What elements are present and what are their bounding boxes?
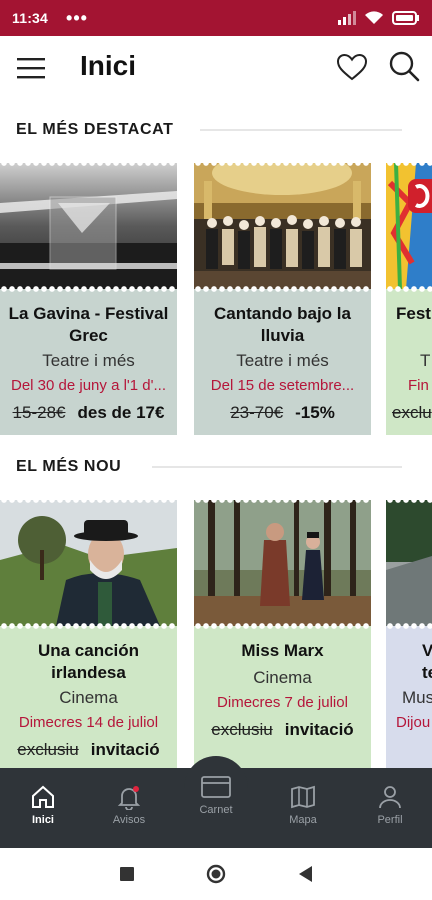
- search-icon[interactable]: [388, 50, 420, 82]
- user-icon: [379, 786, 401, 809]
- section-title-featured: EL MÉS DESTACAT: [16, 121, 174, 138]
- discount-price: invitació: [90, 740, 160, 759]
- event-date: Del 15 de setembre...: [210, 377, 355, 394]
- ticket-perforation: [386, 500, 432, 504]
- battery-icon: [392, 11, 419, 25]
- event-title: La Gavina - Festival Grec: [8, 304, 169, 345]
- event-image: [0, 500, 177, 626]
- bell-icon: [117, 786, 141, 810]
- ticket-perforation: [0, 622, 177, 630]
- signal-icon: [338, 11, 356, 25]
- menu-icon[interactable]: [16, 54, 46, 82]
- event-price: 23-70€ -15%: [194, 403, 371, 423]
- event-date: Dimecres 14 de juliol: [18, 714, 159, 731]
- section-divider: [200, 129, 402, 131]
- event-price: 15-28€ des de 17€: [0, 403, 177, 423]
- favorites-heart-icon[interactable]: [336, 52, 368, 82]
- event-category: Mus: [402, 688, 432, 707]
- event-image: [0, 163, 177, 289]
- event-title: Miss Marx: [241, 641, 324, 660]
- original-price: exclu: [392, 403, 432, 422]
- nav-item-mapa[interactable]: Mapa: [268, 784, 338, 826]
- nav-item-inici[interactable]: Inici: [8, 784, 78, 826]
- app-header: Inici: [0, 36, 432, 100]
- event-card-body: Fest T Fin exclu: [386, 289, 432, 435]
- original-price: exclusiu: [17, 740, 79, 759]
- event-title: Fest: [396, 304, 431, 323]
- event-date: Del 30 de juny a l'1 d'...: [11, 377, 166, 394]
- status-dots: •••: [66, 8, 88, 28]
- event-card-body: V terra Mus Dijou: [386, 626, 432, 772]
- discount-price: invitació: [284, 720, 354, 739]
- nav-label: Avisos: [112, 814, 146, 826]
- recent-apps-icon[interactable]: [119, 866, 135, 882]
- nav-label: Perfil: [377, 814, 403, 826]
- ticket-perforation: [194, 163, 371, 167]
- nav-label: Inici: [31, 814, 54, 826]
- original-price: exclusiu: [211, 720, 273, 739]
- event-title: Cantando bajo la lluvia: [214, 304, 351, 345]
- event-card-body: La Gavina - Festival Grec Teatre i més D…: [0, 289, 177, 435]
- discount-price: -15%: [295, 403, 335, 422]
- nav-label: Mapa: [289, 814, 317, 826]
- ticket-perforation: [0, 500, 177, 504]
- event-date: Fin: [408, 377, 429, 394]
- notification-dot-icon: [133, 786, 139, 792]
- event-price: exclusiu invitació: [0, 740, 177, 760]
- app-screen: 11:34 ••• Inici EL MÉS DESTACAT La Gavin…: [0, 0, 432, 900]
- event-card-body: Miss Marx Cinema Dimecres 7 de juliol ex…: [194, 626, 371, 772]
- event-date: Dijou: [396, 714, 431, 731]
- section-title-new: EL MÉS NOU: [16, 458, 122, 475]
- event-image: [194, 500, 371, 626]
- status-time: 11:34: [12, 10, 49, 26]
- nav-item-perfil[interactable]: Perfil: [355, 784, 425, 826]
- ticket-perforation: [0, 163, 177, 167]
- nav-item-avisos[interactable]: Avisos: [94, 784, 164, 826]
- nav-item-carnet[interactable]: Carnet: [181, 774, 251, 816]
- event-title: V terra: [422, 641, 432, 682]
- ticket-perforation: [194, 285, 371, 293]
- original-price: 23-70€: [230, 403, 284, 422]
- home-icon: [32, 785, 54, 808]
- card-icon: [201, 776, 231, 798]
- event-category: Cinema: [253, 668, 312, 687]
- page-title: Inici: [80, 50, 137, 81]
- event-card[interactable]: V terra Mus Dijou: [386, 500, 432, 772]
- event-image: [386, 163, 432, 289]
- system-navigation-bar: [0, 848, 432, 900]
- event-card[interactable]: Miss Marx Cinema Dimecres 7 de juliol ex…: [194, 500, 371, 772]
- wifi-icon: [365, 11, 383, 24]
- event-image: [386, 500, 432, 626]
- event-category: T: [420, 351, 431, 370]
- event-price: exclusiu invitació: [194, 720, 371, 740]
- nav-label: Carnet: [199, 804, 233, 816]
- ticket-perforation: [386, 285, 432, 293]
- event-category: Teatre i més: [42, 351, 135, 370]
- home-circle-icon[interactable]: [206, 864, 226, 884]
- ticket-perforation: [386, 622, 432, 630]
- event-card[interactable]: Cantando bajo la lluvia Teatre i més Del…: [194, 163, 371, 435]
- ticket-perforation: [0, 285, 177, 293]
- original-price: 15-28€: [12, 403, 66, 422]
- event-title: Una canción irlandesa: [37, 641, 140, 682]
- event-price: exclu: [392, 403, 432, 423]
- event-category: Cinema: [59, 688, 118, 707]
- event-date: Dimecres 7 de juliol: [217, 694, 348, 711]
- event-card[interactable]: La Gavina - Festival Grec Teatre i més D…: [0, 163, 177, 435]
- discount-price: des de 17€: [77, 403, 165, 422]
- ticket-perforation: [194, 622, 371, 630]
- map-icon: [291, 785, 315, 809]
- back-icon[interactable]: [297, 865, 313, 883]
- event-card-body: Cantando bajo la lluvia Teatre i més Del…: [194, 289, 371, 435]
- event-card[interactable]: Una canción irlandesa Cinema Dimecres 14…: [0, 500, 177, 772]
- status-icons: [338, 11, 420, 25]
- event-category: Teatre i més: [236, 351, 329, 370]
- ticket-perforation: [194, 500, 371, 504]
- ticket-perforation: [386, 163, 432, 167]
- event-card[interactable]: Fest T Fin exclu: [386, 163, 432, 435]
- section-divider: [152, 466, 402, 468]
- event-card-body: Una canción irlandesa Cinema Dimecres 14…: [0, 626, 177, 772]
- event-image: [194, 163, 371, 289]
- status-bar: 11:34 •••: [0, 0, 432, 36]
